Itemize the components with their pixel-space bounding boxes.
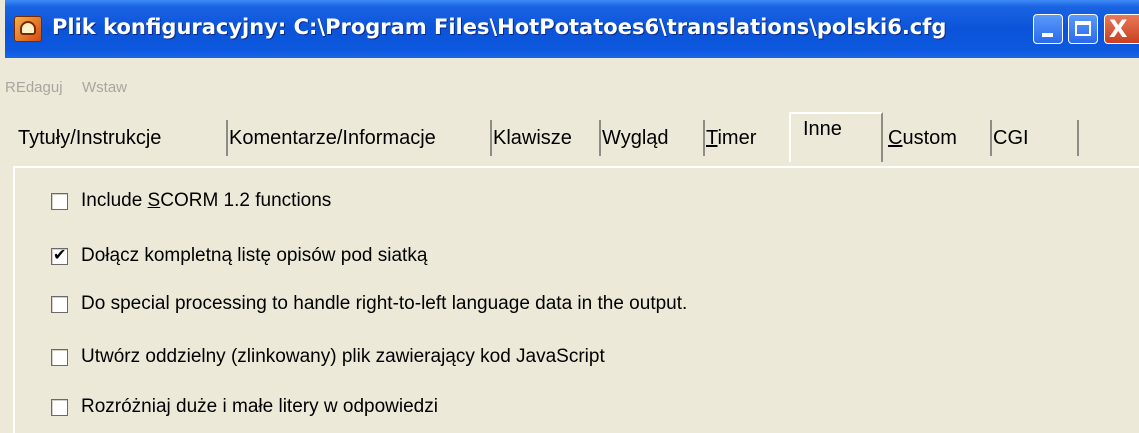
option-label: Do special processing to handle right-to… [81,293,688,314]
window-title: Plik konfiguracyjny: C:\Program Files\Ho… [52,15,947,39]
menu-redaguj[interactable]: REdaguj [5,79,63,96]
checkbox[interactable] [51,193,68,210]
close-icon: X [1109,15,1128,43]
tab-tytuly-instrukcje[interactable]: Tytuły/Instrukcje [12,120,228,156]
title-bar[interactable]: Plik konfiguracyjny: C:\Program Files\Ho… [5,0,1139,58]
tab-label: Wygląd [602,127,669,149]
tab-timer[interactable]: Timer [700,120,791,156]
checkbox[interactable] [51,399,68,416]
checkbox[interactable] [51,349,68,366]
tab-wyglad[interactable]: Wygląd [596,120,705,156]
close-button[interactable]: X [1104,14,1139,44]
config-window: Plik konfiguracyjny: C:\Program Files\Ho… [5,0,1139,433]
minimize-button[interactable] [1033,14,1063,44]
minimize-icon [1042,33,1053,37]
option-label: Utwórz oddzielny (zlinkowany) plik zawie… [81,346,605,367]
tab-label: Tytuły/Instrukcje [18,127,162,149]
tab-label: Klawisze [493,127,572,149]
tab-label-accel: C [888,127,903,149]
maximize-icon [1075,21,1091,36]
menu-wstaw[interactable]: Wstaw [82,79,127,96]
option-label: Rozróżniaj duże i małe litery w odpowied… [81,396,438,417]
app-icon[interactable] [14,16,42,42]
tab-strip: Tytuły/Instrukcje Komentarze/Informacje … [5,102,1139,166]
check-icon: ✔ [53,245,67,264]
tab-label-accel: T [706,127,718,149]
checkbox[interactable]: ✔ [51,245,68,265]
maximize-button[interactable] [1068,14,1098,44]
tab-inne[interactable]: Inne [789,112,883,162]
tab-klawisze[interactable]: Klawisze [487,120,601,156]
tab-label: Komentarze/Informacje [229,127,436,149]
tab-custom[interactable]: Custom [882,120,992,156]
menu-bar [5,58,1139,92]
tab-cgi[interactable]: CGI [987,120,1079,156]
tab-label: imer [717,127,757,149]
option-label: Dołącz kompletną listę opisów pod siatką [81,245,428,266]
tab-komentarze-informacje[interactable]: Komentarze/Informacje [223,120,492,156]
checkbox[interactable] [51,296,68,313]
tab-label: CGI [993,127,1029,149]
tab-label: Inne [803,118,842,140]
tab-label: ustom [902,127,957,149]
option-label: Include SCORM 1.2 functions [81,190,332,211]
